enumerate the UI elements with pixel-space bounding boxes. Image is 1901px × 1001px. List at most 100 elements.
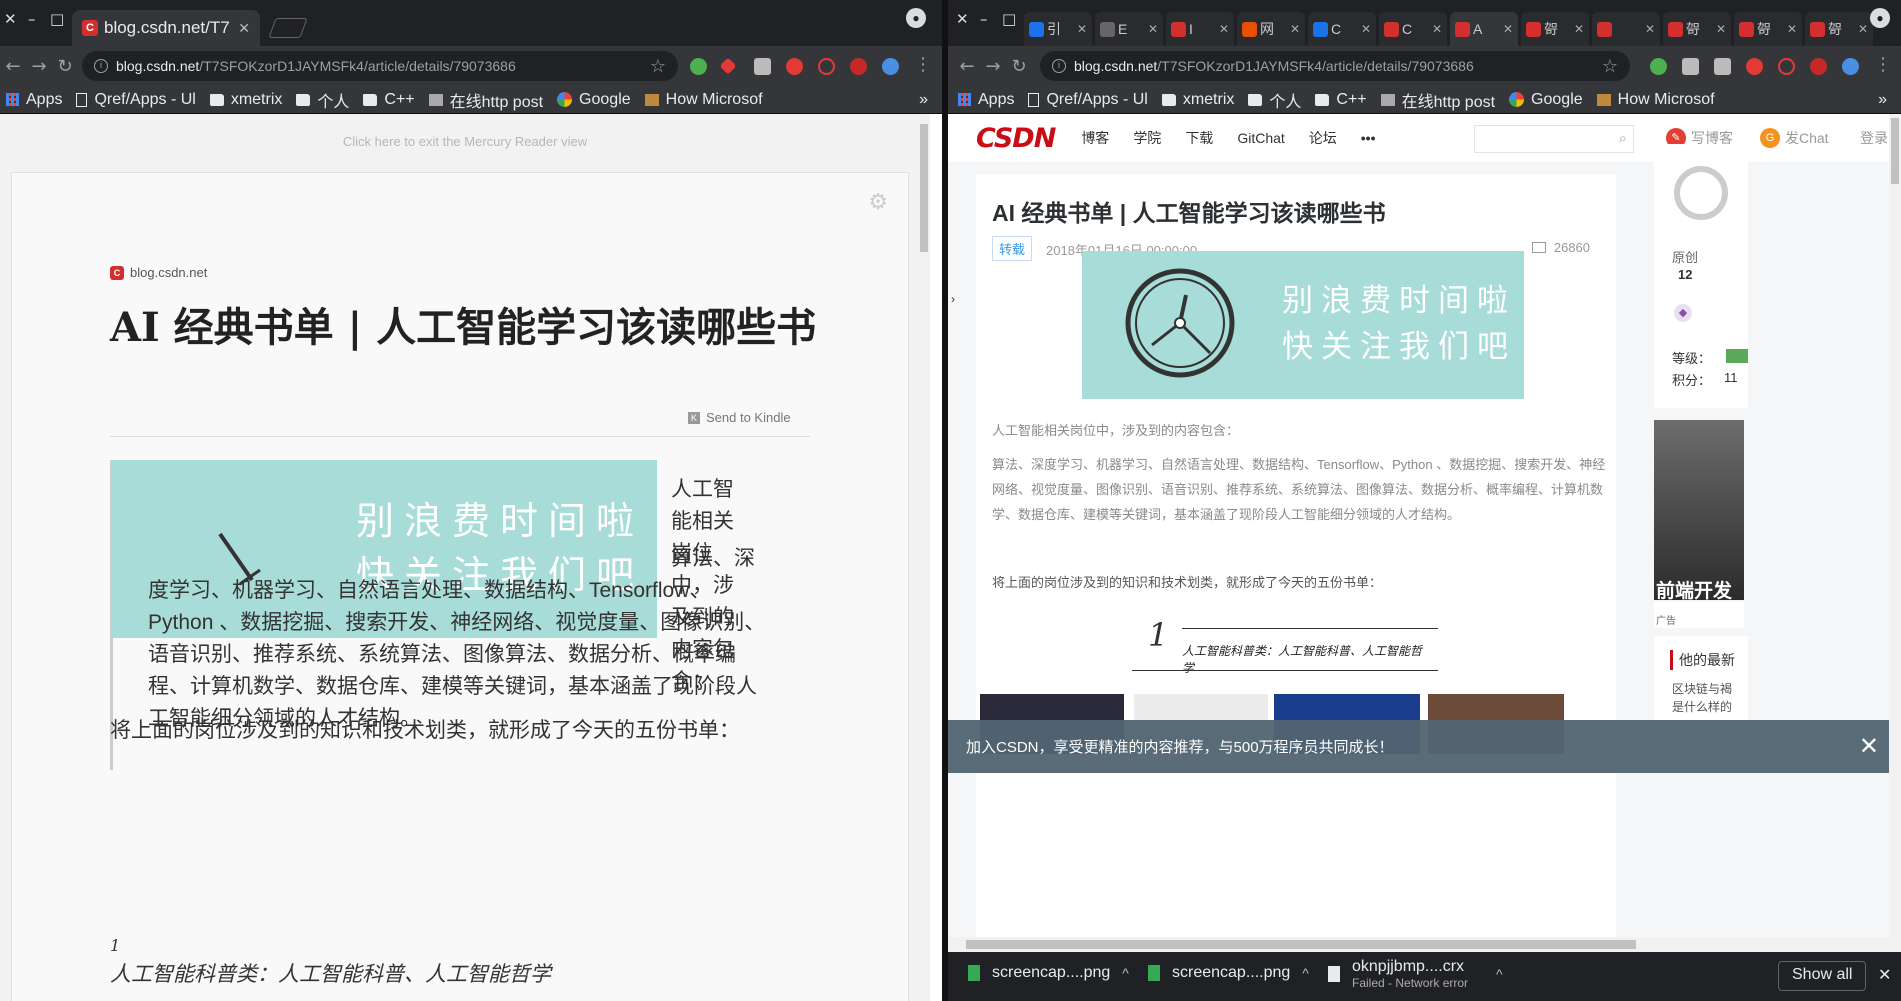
author-avatar[interactable] [1674, 166, 1728, 220]
rocket-extension-icon[interactable] [719, 57, 737, 75]
send-to-kindle-button[interactable]: K Send to Kindle [688, 410, 791, 425]
bookmark-http-post[interactable]: 在线http post [1380, 88, 1495, 112]
camera-extension-icon[interactable] [1714, 58, 1731, 75]
back-icon[interactable]: ← [954, 56, 980, 77]
block-extension-icon[interactable] [818, 58, 835, 75]
bookmark-http-post[interactable]: 在线http post [428, 88, 543, 112]
bookmark-cpp[interactable]: C++ [1315, 91, 1367, 109]
download-item[interactable]: oknpjjbmp....crx Failed - Network error … [1328, 958, 1503, 990]
tab-close-icon[interactable]: ✕ [1645, 22, 1655, 36]
tab-1[interactable]: 引 ✕ [1024, 12, 1092, 46]
rocket-extension-icon[interactable] [1682, 58, 1699, 75]
window-close-button[interactable]: ✕ [4, 10, 17, 28]
tab-close-icon[interactable]: ✕ [238, 20, 250, 37]
latest-item[interactable]: 是什么样的 [1672, 698, 1732, 715]
nav-download[interactable]: 下载 [1185, 128, 1213, 148]
info-icon[interactable]: i [1052, 59, 1066, 73]
tab-4[interactable]: 网 ✕ [1237, 12, 1305, 46]
search-icon[interactable]: ⌕ [1619, 130, 1627, 147]
block-extension-icon[interactable] [1778, 58, 1795, 75]
tab-close-icon[interactable]: ✕ [1361, 22, 1371, 36]
bookmark-microsoft[interactable]: How Microsof [644, 91, 763, 109]
latest-item[interactable]: 区块链与褐 [1672, 680, 1732, 697]
tab-5[interactable]: C ✕ [1308, 12, 1376, 46]
bookmark-personal[interactable]: 个人 [296, 88, 349, 112]
tab-close-icon[interactable]: ✕ [1716, 22, 1726, 36]
reload-icon[interactable]: ↻ [1006, 56, 1032, 77]
address-bar[interactable]: i blog.csdn.net /T7SFOKzorD1JAYMSFk4/art… [1040, 51, 1630, 81]
tab-close-icon[interactable]: ✕ [1432, 22, 1442, 36]
menu-icon[interactable]: ⋮ [1874, 54, 1892, 75]
nav-gitchat[interactable]: GitChat [1237, 130, 1284, 146]
window-close-button[interactable]: ✕ [956, 10, 969, 28]
extension-green-icon[interactable] [690, 58, 707, 75]
bookmark-star-icon[interactable]: ☆ [1602, 56, 1618, 77]
bookmark-google[interactable]: Google [557, 91, 631, 109]
chevron-up-icon[interactable]: ^ [1496, 966, 1503, 982]
bookmark-xmetrix[interactable]: xmetrix [1161, 91, 1234, 109]
forward-icon[interactable]: → [980, 56, 1006, 77]
exit-reader-link[interactable]: Click here to exit the Mercury Reader vi… [0, 134, 930, 149]
bookmark-cpp[interactable]: C++ [363, 91, 415, 109]
scrollbar-thumb[interactable] [920, 124, 928, 252]
tab-11[interactable]: 哿 ✕ [1734, 12, 1802, 46]
menu-icon[interactable]: ⋮ [914, 54, 932, 75]
red-extension-icon[interactable] [1810, 58, 1827, 75]
blue-extension-icon[interactable] [1842, 58, 1859, 75]
nav-academy[interactable]: 学院 [1133, 128, 1161, 148]
bookmark-personal[interactable]: 个人 [1248, 88, 1301, 112]
nav-blog[interactable]: 博客 [1081, 128, 1109, 148]
bookmark-microsoft[interactable]: How Microsof [1596, 91, 1715, 109]
show-all-button[interactable]: Show all [1778, 961, 1867, 991]
forward-icon[interactable]: → [26, 56, 52, 77]
bookmark-qref[interactable]: Qref/Apps - Ul [76, 91, 196, 109]
ad-image[interactable] [1654, 420, 1744, 600]
tab-active[interactable]: C blog.csdn.net/T7 ✕ [72, 10, 260, 46]
tab-2[interactable]: E ✕ [1095, 12, 1163, 46]
close-icon[interactable]: ✕ [1878, 965, 1891, 985]
bookmark-qref[interactable]: Qref/Apps - Ul [1028, 91, 1148, 109]
bookmark-xmetrix[interactable]: xmetrix [209, 91, 282, 109]
login-link[interactable]: 登录 [1860, 128, 1888, 148]
tab-12[interactable]: 哿 ✕ [1805, 12, 1873, 46]
tab-close-icon[interactable]: ✕ [1290, 22, 1300, 36]
profile-icon[interactable]: ● [1870, 8, 1890, 28]
chevron-up-icon[interactable]: ^ [1122, 965, 1129, 981]
tab-7[interactable]: A ✕ [1450, 12, 1518, 46]
horizontal-scrollbar[interactable] [948, 937, 1901, 952]
tab-close-icon[interactable]: ✕ [1574, 22, 1584, 36]
tab-close-icon[interactable]: ✕ [1503, 22, 1513, 36]
window-maximize-button[interactable]: □ [1002, 10, 1016, 28]
tab-close-icon[interactable]: ✕ [1858, 22, 1868, 36]
bookmark-google[interactable]: Google [1509, 91, 1583, 109]
search-input[interactable]: ⌕ [1474, 125, 1634, 153]
more-bookmarks-icon[interactable]: » [1878, 91, 1887, 109]
bookmark-apps[interactable]: Apps [958, 91, 1014, 109]
red-extension-icon[interactable] [850, 58, 867, 75]
tab-close-icon[interactable]: ✕ [1077, 22, 1087, 36]
expand-arrow-icon[interactable]: › [951, 292, 955, 306]
tab-3[interactable]: I ✕ [1166, 12, 1234, 46]
window-minimize-button[interactable]: – [28, 10, 36, 28]
chevron-up-icon[interactable]: ^ [1302, 965, 1309, 981]
back-icon[interactable]: ← [0, 56, 26, 77]
tab-close-icon[interactable]: ✕ [1148, 22, 1158, 36]
tab-close-icon[interactable]: ✕ [1219, 22, 1229, 36]
scrollbar-thumb[interactable] [966, 940, 1636, 949]
tab-9[interactable]: ✕ [1592, 12, 1660, 46]
close-icon[interactable]: ✕ [1859, 732, 1879, 761]
csdn-logo[interactable]: CSDN [976, 123, 1056, 154]
extension-green-icon[interactable] [1650, 58, 1667, 75]
nav-more[interactable]: ••• [1361, 130, 1376, 146]
camera-extension-icon[interactable] [754, 58, 771, 75]
window-maximize-button[interactable]: □ [50, 10, 64, 28]
address-bar[interactable]: i blog.csdn.net /T7SFOKzorD1JAYMSFk4/art… [82, 51, 678, 81]
tab-8[interactable]: 哿 ✕ [1521, 12, 1589, 46]
tab-10[interactable]: 哿 ✕ [1663, 12, 1731, 46]
bookmark-apps[interactable]: Apps [6, 91, 62, 109]
new-tab-button[interactable] [268, 18, 308, 38]
gear-icon[interactable]: ⚙ [868, 189, 888, 215]
nav-forum[interactable]: 论坛 [1309, 128, 1337, 148]
window-minimize-button[interactable]: – [980, 10, 988, 28]
tab-6[interactable]: C ✕ [1379, 12, 1447, 46]
